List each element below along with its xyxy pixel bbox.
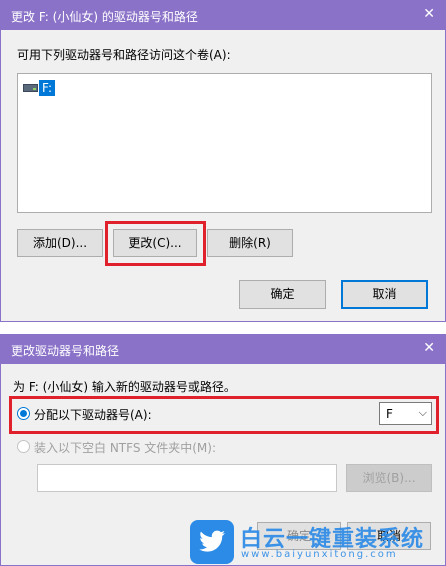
cancel-button[interactable]: 取消 (341, 280, 428, 309)
mount-folder-label[interactable]: 装入以下空白 NTFS 文件夹中(M): (34, 439, 216, 456)
close-icon[interactable]: ✕ (423, 340, 435, 356)
folder-path-input[interactable] (37, 464, 337, 492)
watermark-logo (190, 520, 234, 564)
ok-button[interactable]: 确定 (239, 280, 326, 309)
drive-icon (23, 84, 38, 92)
list-item-label: F: (39, 80, 56, 96)
instruction-label: 为 F: (小仙女) 输入新的驱动器号或路径。 (13, 380, 236, 394)
dialog-title: 更改 F: (小仙女) 的驱动器号和路径 (11, 10, 198, 24)
remove-button[interactable]: 删除(R) (207, 229, 293, 257)
highlight-assign-letter (9, 396, 439, 434)
dialog-titlebar: 更改 F: (小仙女) 的驱动器号和路径 ✕ (1, 0, 445, 30)
mount-folder-radio[interactable] (17, 440, 30, 453)
highlight-change-button (105, 221, 206, 266)
volume-access-label: 可用下列驱动器号和路径访问这个卷(A): (17, 48, 231, 62)
dialog-title: 更改驱动器号和路径 (11, 344, 120, 358)
close-icon[interactable]: ✕ (423, 6, 435, 22)
bird-icon (199, 530, 225, 552)
browse-button[interactable]: 浏览(B)... (346, 464, 432, 492)
add-button[interactable]: 添加(D)... (17, 229, 103, 257)
watermark-url: www.baiyunxitong.com (241, 549, 398, 560)
change-drive-letter-dialog: 更改 F: (小仙女) 的驱动器号和路径 ✕ 可用下列驱动器号和路径访问这个卷(… (0, 0, 446, 322)
drive-path-listbox[interactable]: F: (17, 73, 432, 213)
list-item[interactable]: F: (23, 79, 56, 97)
dialog-titlebar: 更改驱动器号和路径 ✕ (1, 334, 445, 364)
